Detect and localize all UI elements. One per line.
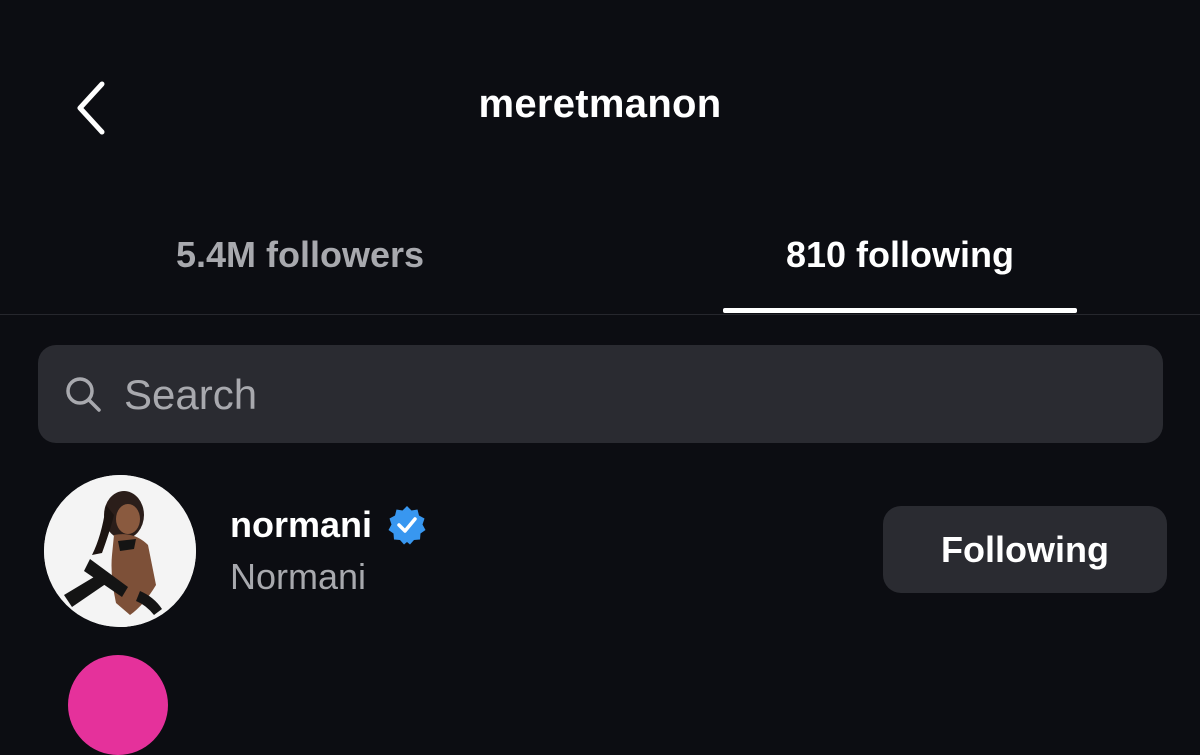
profile-photo bbox=[44, 475, 196, 627]
username[interactable]: normani bbox=[230, 504, 372, 546]
list-item[interactable]: normani Normani Following bbox=[0, 470, 1200, 630]
avatar[interactable] bbox=[68, 655, 168, 755]
full-name: Normani bbox=[230, 556, 367, 597]
page-title: meretmanon bbox=[478, 82, 722, 126]
top-bar: meretmanon bbox=[0, 0, 1200, 200]
verified-badge-icon bbox=[388, 506, 426, 545]
tab-bar: 5.4M followers 810 following bbox=[0, 200, 1200, 314]
tab-divider bbox=[0, 314, 1200, 315]
following-button[interactable]: Following bbox=[883, 506, 1167, 593]
avatar[interactable] bbox=[44, 475, 196, 627]
search-input[interactable] bbox=[124, 365, 1124, 425]
tab-followers[interactable]: 5.4M followers bbox=[0, 234, 600, 276]
tab-following[interactable]: 810 following bbox=[723, 234, 1077, 276]
active-tab-indicator bbox=[723, 308, 1077, 313]
search-icon bbox=[66, 377, 101, 412]
